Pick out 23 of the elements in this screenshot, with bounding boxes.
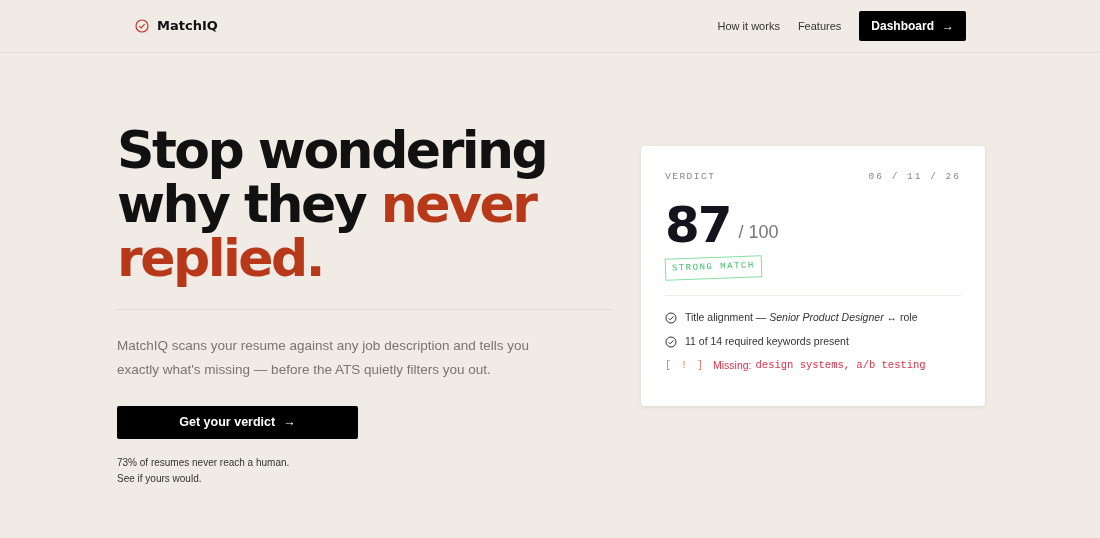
check-circle-icon bbox=[135, 19, 149, 33]
score-max: / 100 bbox=[738, 221, 779, 245]
missing-label: Missing: bbox=[713, 357, 752, 373]
get-verdict-button[interactable]: Get your verdict → bbox=[117, 406, 358, 439]
score: 87 bbox=[665, 198, 731, 253]
nav-link[interactable]: How it works bbox=[717, 17, 780, 35]
nav-link[interactable]: Features bbox=[797, 17, 842, 35]
arrow-icon: → bbox=[942, 17, 954, 35]
check-item-text: 11 of 14 required keywords present bbox=[685, 333, 849, 349]
check-circle-icon bbox=[665, 335, 677, 348]
card-label: VERDICT bbox=[665, 170, 716, 184]
headline: Stop wondering why they never replied. bbox=[117, 123, 548, 285]
check-item-text: Title alignment — Senior Product Designer ↔ role bbox=[685, 309, 918, 325]
footnote-text: 73% of resumes never reach a human. bbox=[117, 456, 291, 470]
arrow-icon: → bbox=[283, 413, 296, 432]
check-circle-icon bbox=[665, 311, 677, 324]
hero-description: MatchIQ scans your resume against any job description and tells you exactly what's missing — before the ATS quietly filters you out. bbox=[117, 337, 530, 379]
footnote-text: See if yours would. bbox=[117, 472, 203, 486]
dashboard-button[interactable]: Dashboard → bbox=[859, 11, 966, 41]
missing-keywords: design systems, a/b testing bbox=[755, 357, 926, 373]
brand-name[interactable]: MatchIQ bbox=[157, 16, 218, 36]
warning-marker: [ ! ] bbox=[665, 359, 705, 374]
verdict-date: 06 / 11 / 26 bbox=[868, 170, 961, 184]
